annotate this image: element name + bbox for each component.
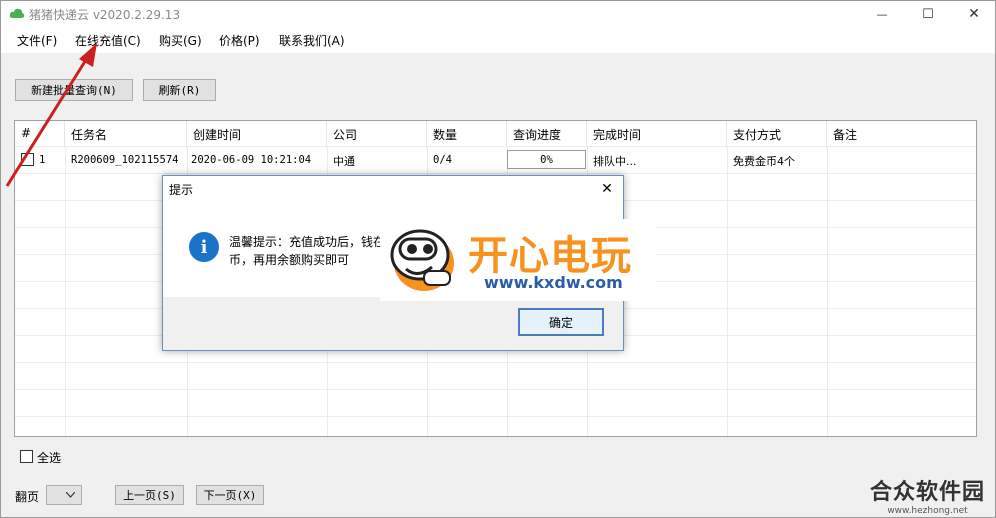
row-divider: [15, 416, 976, 417]
row-divider: [15, 389, 976, 390]
maximize-icon: ☐: [922, 6, 934, 22]
row-payment: 免费金币4个: [733, 155, 795, 168]
page-select[interactable]: [46, 485, 82, 505]
site-watermark-name: 合众软件园: [869, 480, 985, 505]
dialog-message-line2: 币，再用余额购买即可: [229, 253, 350, 267]
main-window: 猪猪快递云 v2020.2.29.13 — ☐ ✕ 文件(F) 在线充值(C) …: [0, 0, 996, 518]
menu-buy[interactable]: 购买(G): [159, 32, 202, 49]
row-company: 中通: [333, 155, 355, 168]
chevron-down-icon: [66, 492, 75, 498]
info-icon-glyph: i: [200, 236, 208, 258]
select-all-label: 全选: [37, 451, 62, 465]
row-created: 2020-06-09 10:21:04: [191, 154, 312, 166]
row-progress-bar: 0%: [507, 150, 586, 169]
site-watermark-url: www.hezhong.net: [887, 506, 968, 516]
refresh-button[interactable]: 刷新(R): [143, 79, 216, 101]
close-icon: ✕: [601, 181, 613, 197]
column-divider: [727, 146, 728, 436]
row-divider: [15, 362, 976, 363]
column-header-company[interactable]: 公司: [327, 121, 427, 146]
title-bar: 猪猪快递云 v2020.2.29.13 — ☐ ✕: [1, 1, 995, 27]
menu-contact[interactable]: 联系我们(A): [279, 32, 345, 49]
window-title: 猪猪快递云 v2020.2.29.13: [29, 8, 181, 22]
watermark-logo: 开心电玩 www.kxdw.com: [380, 219, 656, 301]
minimize-icon: —: [876, 7, 888, 21]
column-divider: [827, 146, 828, 436]
info-icon: i: [189, 232, 219, 262]
menu-bar: 文件(F) 在线充值(C) 购买(G) 价格(P) 联系我们(A): [1, 27, 995, 53]
dialog-title-bar: 提示 ✕: [163, 176, 623, 202]
ok-button[interactable]: 确定: [518, 308, 604, 336]
site-watermark: 合众软件园 www.hezhong.net: [870, 474, 985, 516]
menu-price[interactable]: 价格(P): [219, 32, 260, 49]
column-header-count[interactable]: 数量: [427, 121, 507, 146]
mascot-icon: [390, 229, 454, 291]
select-all-checkbox[interactable]: [20, 450, 33, 463]
annotation-arrow-icon: [5, 43, 97, 187]
close-icon: ✕: [968, 6, 980, 22]
column-header-progress[interactable]: 查询进度: [507, 121, 587, 146]
minimize-button[interactable]: —: [859, 1, 905, 27]
page-label: 翻页: [15, 490, 40, 504]
dialog-message-line1: 温馨提示：充值成功后，钱在: [229, 235, 386, 249]
column-header-finish-time[interactable]: 完成时间: [587, 121, 727, 146]
row-divider: [15, 146, 976, 147]
maximize-button[interactable]: ☐: [905, 1, 951, 27]
watermark-url: www.kxdw.com: [484, 273, 623, 292]
row-count: 0/4: [433, 154, 452, 166]
dialog-close-button[interactable]: ✕: [591, 176, 623, 202]
row-progress-text: 0%: [540, 153, 553, 166]
row-finish-time: 排队中...: [593, 155, 637, 168]
row-divider: [15, 173, 976, 174]
column-header-created[interactable]: 创建时间: [187, 121, 327, 146]
column-header-payment[interactable]: 支付方式: [727, 121, 827, 146]
next-page-button[interactable]: 下一页(X): [196, 485, 264, 505]
column-header-note[interactable]: 备注: [827, 121, 976, 146]
dialog-title: 提示: [169, 183, 194, 197]
cloud-icon: [9, 8, 25, 18]
prev-page-button[interactable]: 上一页(S): [115, 485, 184, 505]
close-button[interactable]: ✕: [951, 1, 996, 27]
